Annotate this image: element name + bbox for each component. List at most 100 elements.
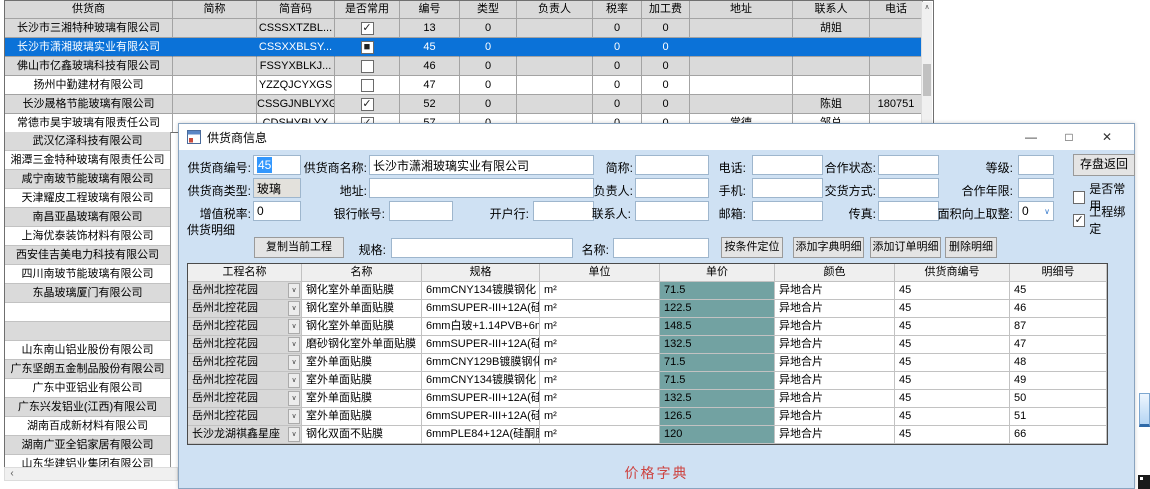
table-row[interactable]: 长沙晟格节能玻璃有限公司 CSSGJNBLYXGS ✓ 52 0 0 0 陈姐 … [5, 95, 923, 114]
cell-spec[interactable]: 6mmSUPER-III+12A(硅... [422, 390, 540, 408]
chevron-down-icon[interactable]: ∨ [288, 319, 300, 334]
list-item[interactable]: 湖南百成新材料有限公司 [5, 417, 170, 436]
cell-tax[interactable]: 0 [593, 19, 642, 38]
cell-contact[interactable] [793, 38, 870, 57]
cell-id[interactable]: 52 [400, 95, 460, 114]
detail-row[interactable]: 岳州北控花园∨ 钢化室外单面贴膜 6mmSUPER-III+12A(硅... m… [188, 300, 1107, 318]
col-header-code[interactable]: 简音码 [257, 1, 335, 19]
table-row[interactable]: 佛山市亿鑫玻璃科技有限公司 FSSYXBLKJ... 46 0 0 0 [5, 57, 923, 76]
cell-tax[interactable]: 0 [593, 57, 642, 76]
vat-rate-field[interactable] [253, 201, 301, 221]
cell-address[interactable] [690, 76, 793, 95]
cell-fee[interactable]: 0 [642, 76, 690, 95]
cell-color[interactable]: 异地合片 [775, 426, 895, 444]
cell-address[interactable] [690, 57, 793, 76]
cell-tax[interactable]: 0 [593, 38, 642, 57]
cell-code[interactable]: CSSXXBLSY... [257, 38, 335, 57]
list-item[interactable]: 广东中亚铝业有限公司 [5, 379, 170, 398]
cell-contact[interactable] [793, 57, 870, 76]
detail-row[interactable]: 长沙龙湖祺鑫星座∨ 钢化双面不贴膜 6mmPLE84+12A(硅酮胶... m²… [188, 426, 1107, 444]
cell-supplier[interactable]: 扬州中勤建材有限公司 [5, 76, 173, 95]
cell-detail-id[interactable]: 50 [1010, 390, 1107, 408]
col-header-owner[interactable]: 负责人 [517, 1, 593, 19]
cell-color[interactable]: 异地合片 [775, 390, 895, 408]
bank-account-field[interactable] [389, 201, 453, 221]
cell-project-combo[interactable]: 岳州北控花园∨ [188, 390, 302, 408]
table-row[interactable]: 扬州中勤建材有限公司 YZZQJCYXGS 47 0 0 0 [5, 76, 923, 95]
cell-contact[interactable]: 胡姐 [793, 19, 870, 38]
cell-tax[interactable]: 0 [593, 95, 642, 114]
col-header-id[interactable]: 编号 [400, 1, 460, 19]
checkbox[interactable] [361, 60, 374, 73]
address-field[interactable] [369, 178, 594, 198]
cell-tax[interactable]: 0 [593, 76, 642, 95]
cell-unit[interactable]: m² [540, 426, 660, 444]
cell-price[interactable]: 148.5 [660, 318, 775, 336]
cell-phone[interactable] [870, 57, 923, 76]
cell-supplier[interactable]: 长沙晟格节能玻璃有限公司 [5, 95, 173, 114]
cell-name[interactable]: 室外单面贴膜 [302, 408, 422, 426]
cell-name[interactable]: 磨砂钢化室外单面贴膜 [302, 336, 422, 354]
cell-color[interactable]: 异地合片 [775, 300, 895, 318]
cell-project-combo[interactable]: 岳州北控花园∨ [188, 336, 302, 354]
cell-name[interactable]: 室外单面贴膜 [302, 390, 422, 408]
list-item[interactable]: 山东南山铝业股份有限公司 [5, 341, 170, 360]
cell-supplier[interactable]: 佛山市亿鑫玻璃科技有限公司 [5, 57, 173, 76]
cell-price[interactable]: 71.5 [660, 372, 775, 390]
list-item[interactable]: 湖南广亚全铝家居有限公司 [5, 436, 170, 455]
cell-price[interactable]: 120 [660, 426, 775, 444]
cell-supplier-id[interactable]: 45 [895, 300, 1010, 318]
cell-owner[interactable] [517, 38, 593, 57]
locate-by-condition-button[interactable]: 按条件定位 [721, 237, 783, 258]
cell-color[interactable]: 异地合片 [775, 372, 895, 390]
delete-detail-button[interactable]: 删除明细 [945, 237, 997, 258]
detail-row[interactable]: 岳州北控花园∨ 钢化室外单面贴膜 6mm白玻+1.14PVB+6mm... m²… [188, 318, 1107, 336]
chevron-down-icon[interactable]: ∨ [288, 373, 300, 388]
col-header-price[interactable]: 单价 [660, 264, 775, 282]
cell-color[interactable]: 异地合片 [775, 354, 895, 372]
cell-code[interactable]: CSSSXTZBL... [257, 19, 335, 38]
list-item-empty[interactable] [5, 322, 170, 341]
cell-spec[interactable]: 6mmSUPER-III+12A(硅... [422, 408, 540, 426]
detail-row[interactable]: 岳州北控花园∨ 室外单面贴膜 6mmSUPER-III+12A(硅... m² … [188, 408, 1107, 426]
cell-abbr[interactable] [173, 57, 257, 76]
cell-type[interactable]: 0 [460, 38, 517, 57]
cell-supplier-id[interactable]: 45 [895, 408, 1010, 426]
cell-id[interactable]: 13 [400, 19, 460, 38]
cell-price[interactable]: 71.5 [660, 354, 775, 372]
cell-fee[interactable]: 0 [642, 38, 690, 57]
list-item[interactable]: 天津耀皮工程玻璃有限公司 [5, 189, 170, 208]
cell-fee[interactable]: 0 [642, 57, 690, 76]
close-button[interactable]: ✕ [1088, 127, 1126, 147]
cell-code[interactable]: FSSYXBLKJ... [257, 57, 335, 76]
cell-address[interactable] [690, 38, 793, 57]
cell-owner[interactable] [517, 19, 593, 38]
cell-project-combo[interactable]: 岳州北控花园∨ [188, 318, 302, 336]
cell-unit[interactable]: m² [540, 390, 660, 408]
cell-supplier-id[interactable]: 45 [895, 318, 1010, 336]
cell-address[interactable] [690, 19, 793, 38]
cell-address[interactable] [690, 95, 793, 114]
cell-type[interactable]: 0 [460, 57, 517, 76]
cell-spec[interactable]: 6mmCNY134镀膜钢化 [422, 372, 540, 390]
cell-owner[interactable] [517, 57, 593, 76]
cell-project-combo[interactable]: 岳州北控花园∨ [188, 300, 302, 318]
cell-detail-id[interactable]: 48 [1010, 354, 1107, 372]
cell-price[interactable]: 132.5 [660, 336, 775, 354]
col-header-phone[interactable]: 电话 [870, 1, 923, 19]
checkbox[interactable]: ✓ [1073, 214, 1085, 227]
cell-owner[interactable] [517, 95, 593, 114]
detail-row[interactable]: 岳州北控花园∨ 室外单面贴膜 6mmCNY129B镀膜钢化 m² 71.5 异地… [188, 354, 1107, 372]
cell-common[interactable] [335, 76, 400, 95]
chevron-down-icon[interactable]: ∨ [288, 409, 300, 424]
list-item[interactable]: 东晶玻璃厦门有限公司 [5, 284, 170, 303]
cell-project-combo[interactable]: 岳州北控花园∨ [188, 372, 302, 390]
col-header-abbr[interactable]: 简称 [173, 1, 257, 19]
cell-supplier[interactable]: 常德市昊宇玻璃有限责任公司 [5, 114, 173, 133]
horizontal-scrollbar[interactable]: ‹ [4, 467, 178, 481]
cell-supplier[interactable]: 长沙市三湘特种玻璃有限公司 [5, 19, 173, 38]
cell-color[interactable]: 异地合片 [775, 282, 895, 300]
cell-name[interactable]: 室外单面贴膜 [302, 354, 422, 372]
list-item[interactable]: 咸宁南玻节能玻璃有限公司 [5, 170, 170, 189]
scrollbar-thumb[interactable] [923, 64, 931, 96]
